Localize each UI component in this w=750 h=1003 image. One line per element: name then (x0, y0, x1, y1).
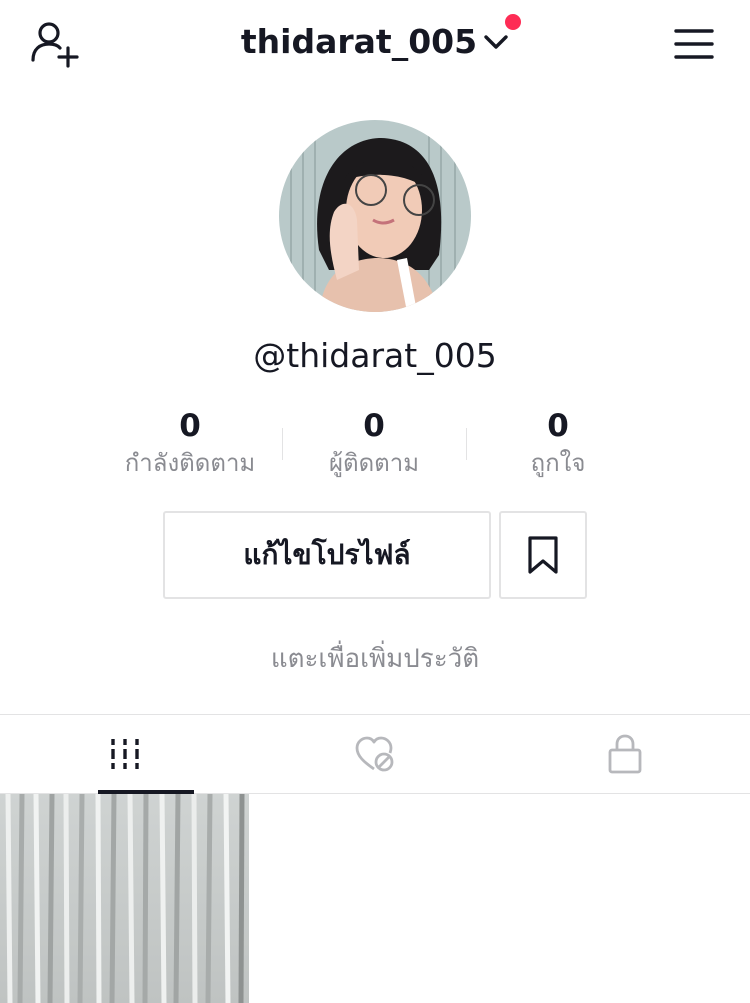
tab-videos[interactable] (0, 715, 250, 794)
profile-stats: 0 กำลังติดตาม 0 ผู้ติดตาม 0 ถูกใจ (98, 406, 652, 486)
profile-handle: @thidarat_005 (253, 336, 497, 375)
favorites-button[interactable] (499, 511, 587, 599)
account-switcher[interactable]: thidarat_005 (240, 14, 522, 61)
liked-hidden-heart-icon (355, 736, 394, 772)
tab-liked[interactable] (250, 715, 500, 793)
account-title: thidarat_005 (240, 22, 478, 61)
hamburger-menu-icon[interactable] (674, 28, 714, 60)
tab-private[interactable] (500, 715, 750, 793)
profile-avatar[interactable] (279, 120, 471, 312)
bookmark-icon (528, 536, 558, 574)
stat-followers[interactable]: 0 ผู้ติดตาม (282, 406, 466, 486)
grid-videos-icon (111, 739, 139, 769)
notification-dot (505, 14, 522, 30)
profile-tabs (0, 714, 750, 794)
stat-following-value: 0 (179, 408, 201, 444)
stat-following[interactable]: 0 กำลังติดตาม (98, 406, 282, 486)
stat-likes[interactable]: 0 ถูกใจ (466, 406, 650, 486)
stat-followers-value: 0 (363, 408, 385, 444)
stat-likes-label: ถูกใจ (530, 449, 586, 477)
lock-icon (608, 734, 642, 774)
stat-likes-value: 0 (547, 408, 569, 444)
stat-following-label: กำลังติดตาม (124, 449, 256, 477)
edit-profile-button[interactable]: แก้ไขโปรไฟล์ (163, 511, 491, 599)
add-bio-link[interactable]: แตะเพื่อเพิ่มประวัติ (0, 638, 750, 679)
top-bar: thidarat_005 (0, 0, 750, 90)
chevron-down-icon (484, 34, 508, 49)
stat-followers-label: ผู้ติดตาม (328, 449, 420, 477)
video-thumbnail[interactable] (0, 794, 249, 1003)
edit-profile-label: แก้ไขโปรไฟล์ (243, 538, 411, 571)
